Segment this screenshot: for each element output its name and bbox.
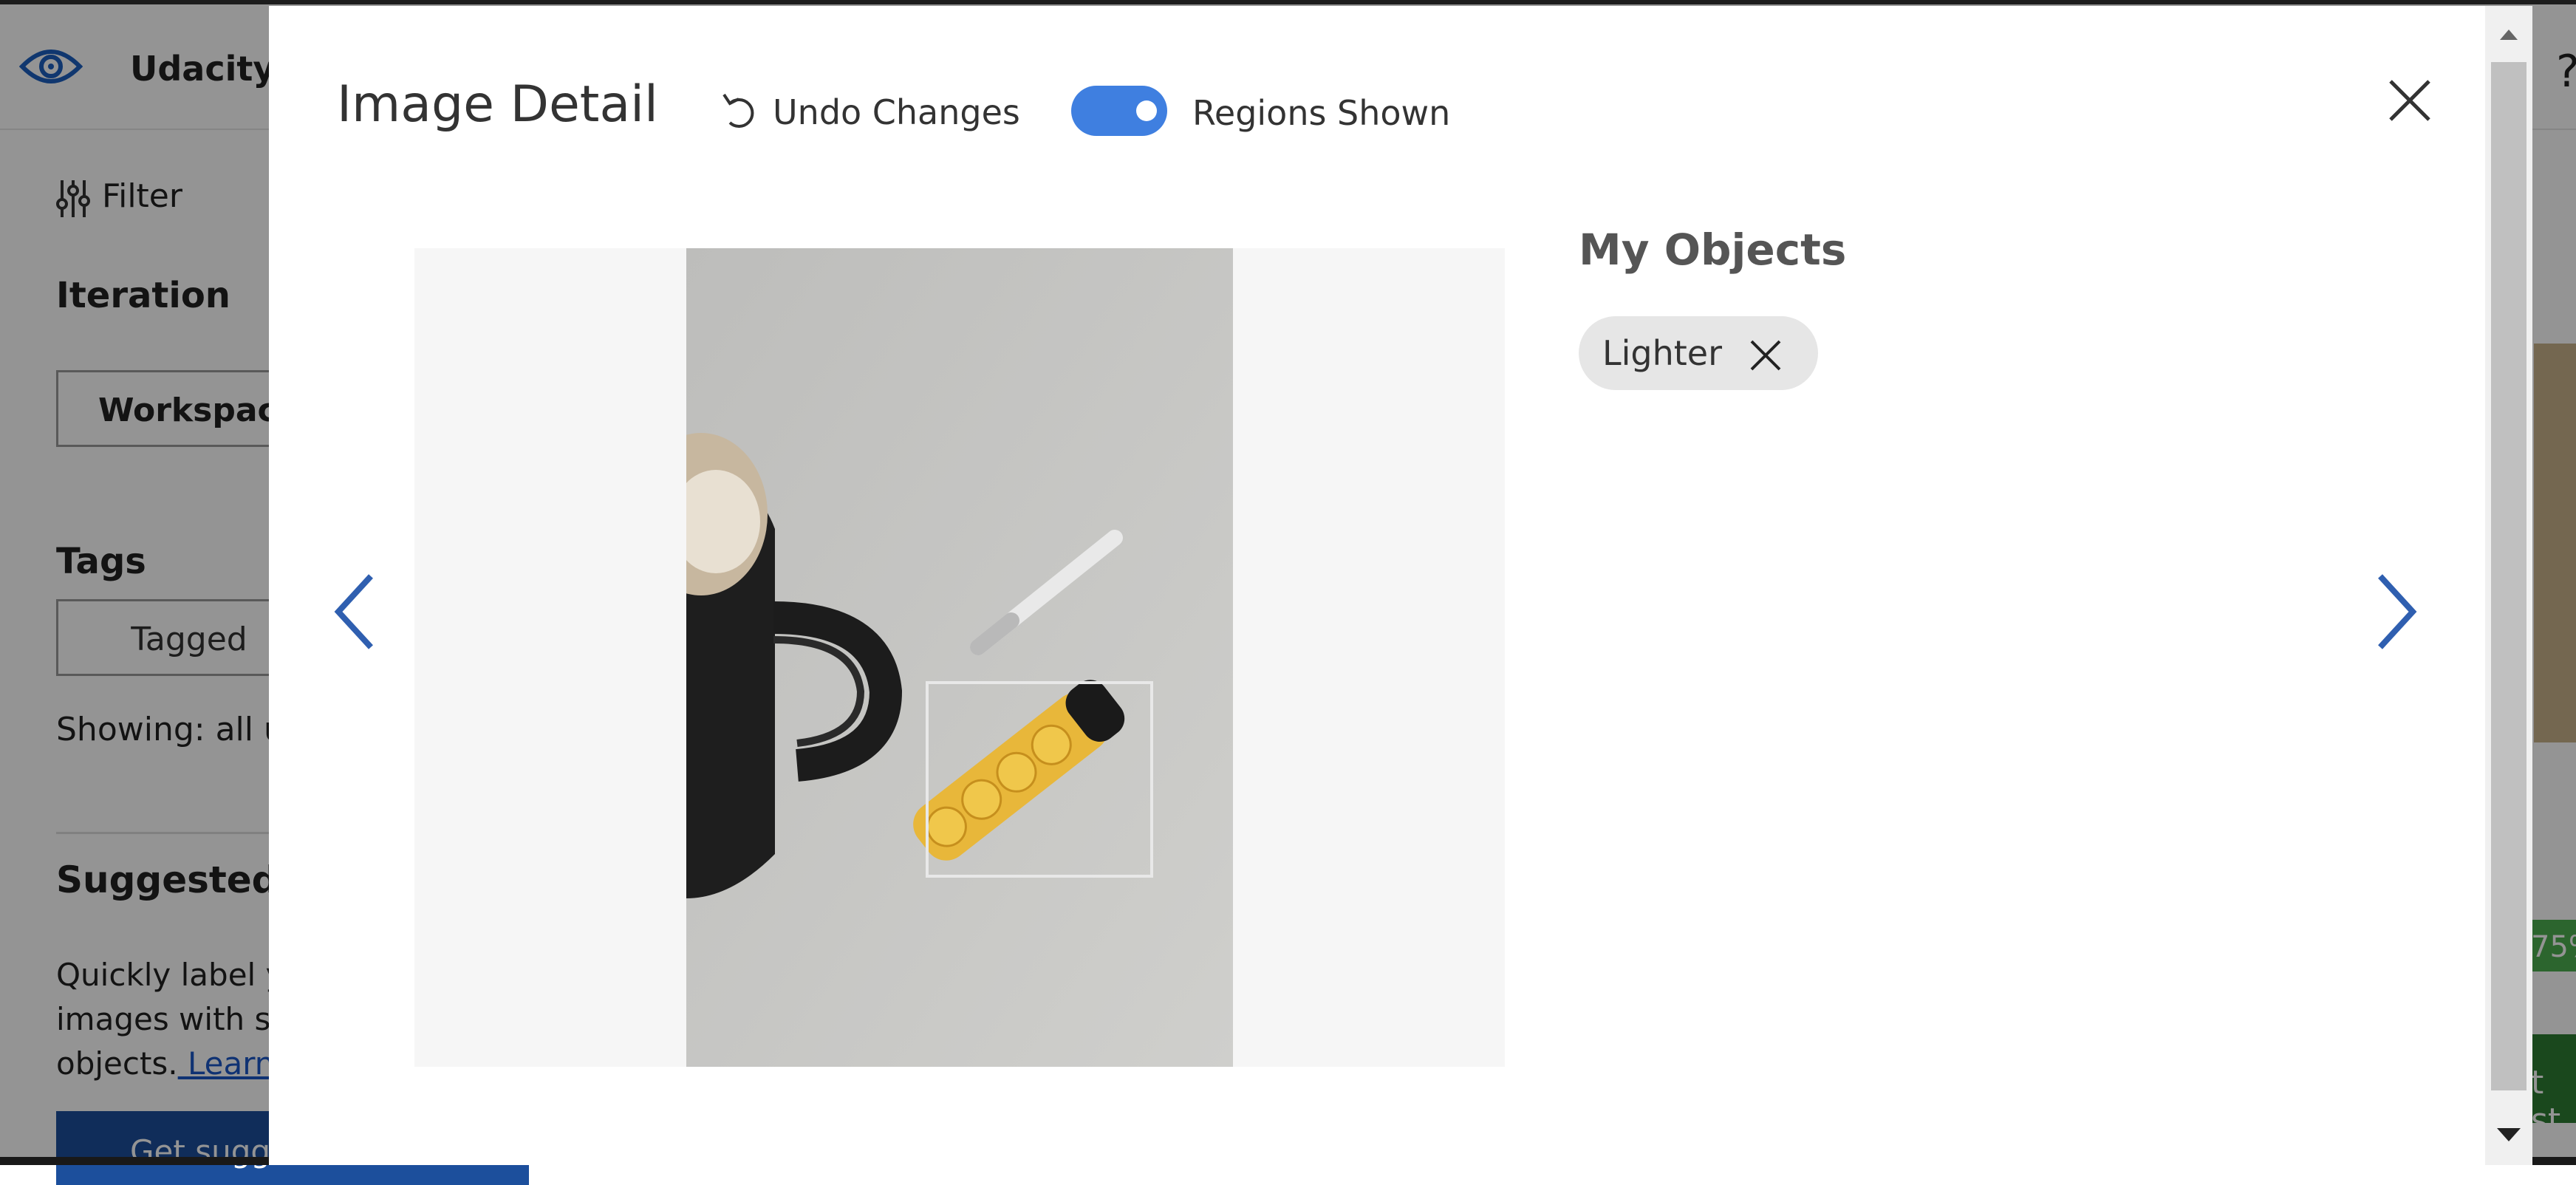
object-photo xyxy=(686,248,1233,1067)
undo-changes-button[interactable]: Undo Changes xyxy=(720,83,1020,142)
chevron-left-icon[interactable] xyxy=(328,567,384,656)
undo-changes-label: Undo Changes xyxy=(773,92,1020,132)
my-objects-heading: My Objects xyxy=(1579,225,1847,275)
chevron-right-icon[interactable] xyxy=(2367,567,2423,656)
close-icon[interactable] xyxy=(2382,72,2438,129)
image-viewer xyxy=(414,248,1505,1067)
x-icon[interactable] xyxy=(1749,338,1783,372)
undo-icon xyxy=(722,93,754,128)
tag-label: Lighter xyxy=(1602,333,1723,373)
modal-scrollbar[interactable] xyxy=(2485,6,2532,1165)
scroll-down-icon[interactable] xyxy=(2485,1109,2532,1165)
photo-illustration xyxy=(686,248,1233,1067)
regions-shown-label: Regions Shown xyxy=(1192,93,1451,133)
modal-title: Image Detail xyxy=(337,75,658,134)
image-detail-modal: Image Detail Undo Changes Regions Shown xyxy=(269,6,2532,1165)
tag-chip-lighter[interactable]: Lighter xyxy=(1579,316,1818,390)
scroll-up-icon[interactable] xyxy=(2485,6,2532,62)
regions-shown-toggle[interactable] xyxy=(1071,86,1167,136)
toggle-knob xyxy=(1136,100,1157,121)
region-box[interactable] xyxy=(926,681,1153,878)
scrollbar-thumb[interactable] xyxy=(2491,62,2527,1090)
